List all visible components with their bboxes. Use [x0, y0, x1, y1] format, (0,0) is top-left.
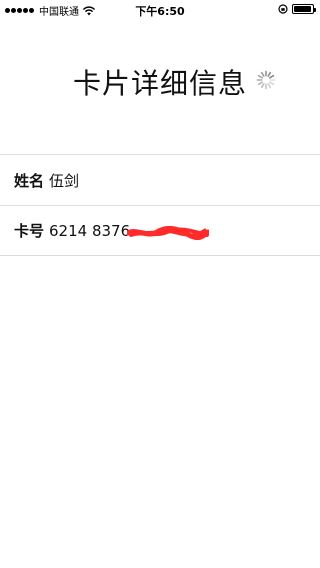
card-details-list: 姓名 伍剑 卡号 6214 8376 — [0, 154, 320, 256]
redaction-scribble — [127, 225, 209, 240]
name-label: 姓名 — [14, 171, 45, 190]
status-right — [278, 4, 316, 14]
card-number-label: 卡号 — [14, 222, 45, 240]
status-time: 下午6:50 — [135, 5, 185, 18]
battery-icon — [292, 4, 316, 14]
card-number-value-wrap: 6214 8376 — [49, 221, 209, 240]
card-number-value: 6214 8376 — [49, 221, 131, 240]
card-number-row: 卡号 6214 8376 — [0, 205, 320, 256]
status-bar: 中国联通 下午6:50 — [0, 0, 320, 20]
name-value: 伍剑 — [49, 171, 80, 190]
name-row: 姓名 伍剑 — [0, 154, 320, 205]
rotation-lock-icon — [278, 4, 288, 14]
loading-spinner-icon — [256, 70, 276, 90]
